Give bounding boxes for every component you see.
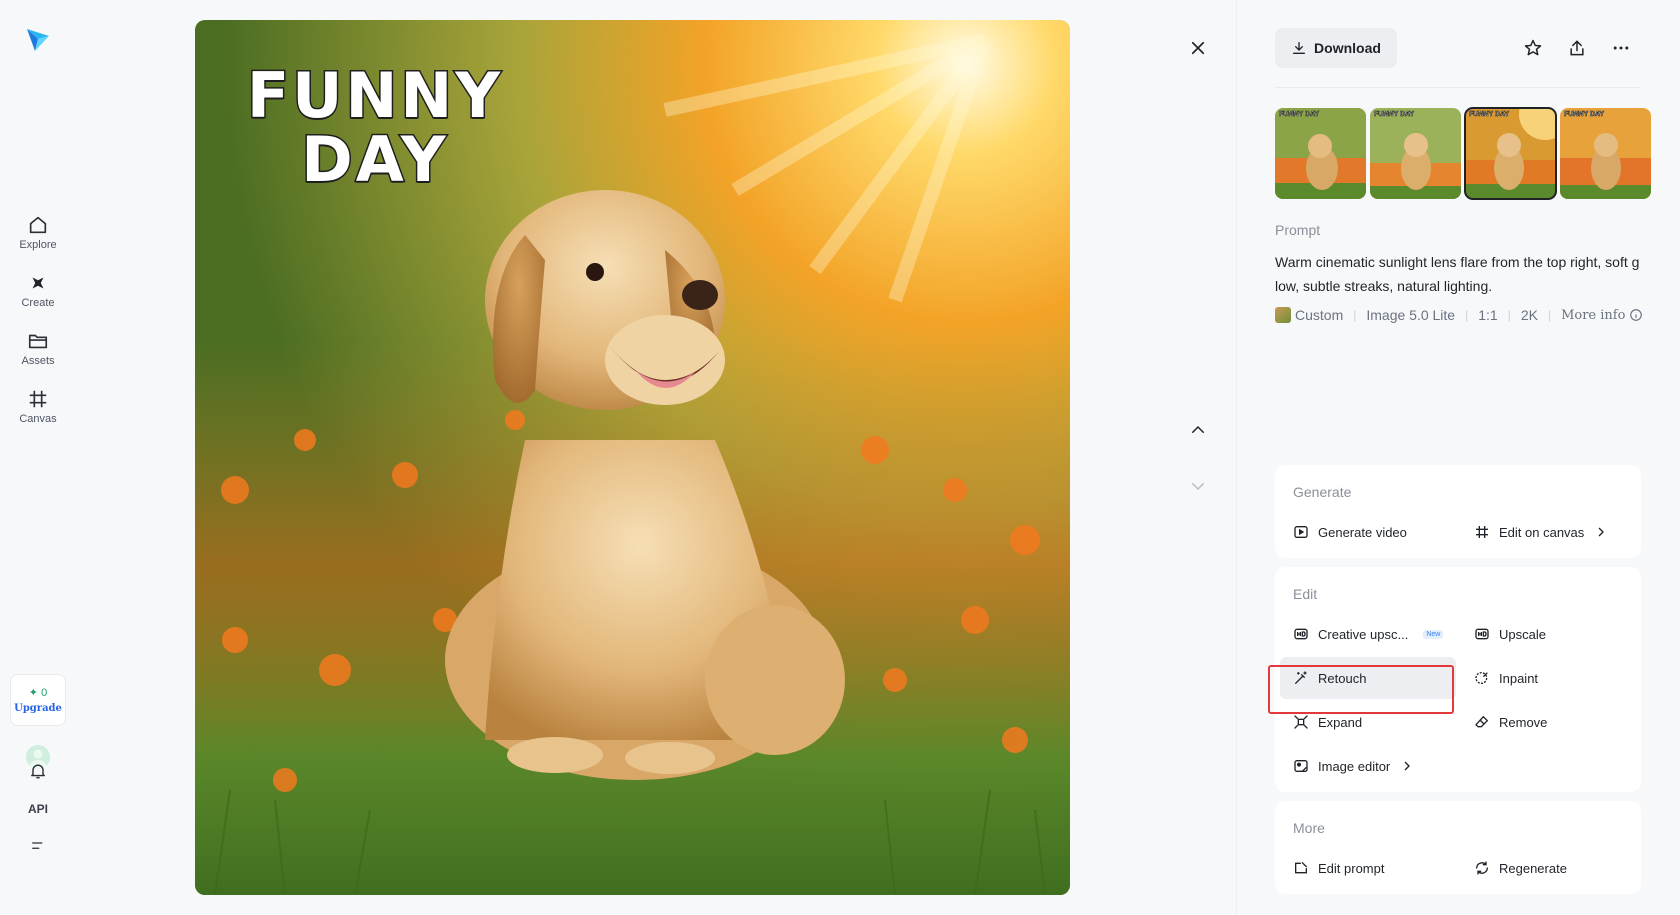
thumbnail-title: FUNNY DAY (1279, 111, 1320, 119)
video-icon (1294, 526, 1308, 538)
thumbnail-title: FUNNY DAY (1374, 111, 1415, 119)
api-label: API (27, 802, 48, 816)
thumbnail-title: FUNNY DAY (1564, 111, 1605, 119)
left-rail: Explore Create Assets Canvas ✦ 0 Upgrade… (0, 0, 76, 915)
generate-video-button[interactable]: Generate video (1293, 517, 1407, 547)
generated-image[interactable]: FUNNY DAY (195, 20, 1070, 895)
upgrade-label: Upgrade (14, 703, 62, 714)
meta-resolution: 2K (1520, 307, 1538, 323)
download-icon (1293, 42, 1306, 54)
sidebar-item-label: Explore (19, 239, 57, 251)
style-thumbnail (1275, 307, 1291, 323)
thumbnail-1[interactable]: FUNNY DAY (1275, 108, 1366, 199)
meta-model: Image 5.0 Lite (1366, 307, 1456, 323)
expand-icon (1294, 715, 1308, 729)
thumbnail-3-selected[interactable]: FUNNY DAY (1464, 107, 1557, 200)
sparkle-icon (32, 277, 44, 289)
previous-image-chevron-up-icon[interactable] (1186, 418, 1210, 442)
home-icon (29, 216, 47, 234)
panel-divider (1236, 0, 1237, 915)
sidebar-item-label: Canvas (19, 413, 57, 425)
app-logo-icon[interactable] (24, 26, 52, 54)
next-image-chevron-down-icon[interactable] (1186, 474, 1210, 498)
generation-meta: Custom | Image 5.0 Lite | 1:1 | 2K | Mor… (1275, 307, 1643, 323)
more-title: More (1293, 820, 1325, 836)
sidebar-item-label: Create (21, 297, 55, 309)
inpaint-button[interactable]: Inpaint (1474, 663, 1538, 693)
retouch-highlight-box (1268, 665, 1454, 714)
edit-prompt-icon (1295, 862, 1307, 874)
thumbnail-4[interactable]: FUNNY DAY (1560, 108, 1651, 199)
inpaint-icon (1475, 672, 1488, 684)
image-overlay-title: FUNNY DAY (245, 59, 504, 196)
edit-title: Edit (1293, 586, 1318, 602)
credit-count: ✦ 0 (28, 687, 48, 699)
menu-icon[interactable] (26, 834, 50, 858)
remove-button[interactable]: Remove (1474, 707, 1547, 737)
image-editor-button[interactable]: Image editor (1293, 751, 1415, 781)
sidebar-item-assets[interactable]: Assets (8, 330, 68, 382)
toolbar-divider (1275, 87, 1641, 88)
prompt-label: Prompt (1275, 222, 1321, 238)
close-icon[interactable] (1186, 36, 1210, 60)
meta-ratio: 1:1 (1478, 307, 1498, 323)
sidebar-item-create[interactable]: Create (8, 272, 68, 324)
credits-upgrade-button[interactable]: ✦ 0 Upgrade (10, 674, 66, 726)
eraser-icon (1475, 716, 1488, 728)
thumbnail-image (1560, 108, 1651, 199)
meta-style: Custom (1295, 307, 1344, 323)
info-icon (1630, 309, 1643, 321)
refresh-icon (1476, 861, 1488, 875)
chevron-right-icon (1404, 761, 1411, 771)
chevron-right-icon (1598, 527, 1605, 537)
generate-title: Generate (1293, 484, 1352, 500)
hd-icon (1294, 628, 1308, 640)
new-badge: New (1423, 629, 1444, 639)
sidebar-item-label: Assets (21, 355, 55, 367)
api-link[interactable]: API (26, 797, 50, 821)
thumbnail-2[interactable]: FUNNY DAY (1370, 108, 1461, 199)
prompt-text: Warm cinematic sunlight lens flare from … (1275, 254, 1640, 294)
hd-icon (1475, 628, 1489, 640)
more-options-icon[interactable] (1609, 36, 1633, 60)
thumbnail-title: FUNNY DAY (1469, 111, 1510, 119)
notification-bell-icon[interactable] (26, 759, 50, 783)
image-editor-icon (1294, 760, 1308, 772)
download-button[interactable]: Download (1275, 28, 1397, 68)
regenerate-button[interactable]: Regenerate (1474, 853, 1567, 883)
creative-upscale-button[interactable]: Creative upsc... New (1293, 619, 1444, 649)
thumbnail-image (1275, 108, 1366, 199)
thumbnail-image (1465, 108, 1556, 199)
favorite-star-icon[interactable] (1521, 36, 1545, 60)
upscale-button[interactable]: Upscale (1474, 619, 1546, 649)
more-info-link[interactable]: More info (1561, 308, 1643, 323)
sidebar-item-canvas[interactable]: Canvas (8, 388, 68, 440)
canvas-icon (1476, 526, 1488, 538)
thumbnail-image (1370, 108, 1461, 199)
share-icon[interactable] (1565, 36, 1589, 60)
download-label: Download (1314, 40, 1381, 56)
edit-prompt-button[interactable]: Edit prompt (1293, 853, 1384, 883)
edit-on-canvas-button[interactable]: Edit on canvas (1474, 517, 1609, 547)
sidebar-item-explore[interactable]: Explore (8, 214, 68, 266)
folder-icon (28, 334, 48, 349)
canvas-icon (29, 390, 47, 408)
